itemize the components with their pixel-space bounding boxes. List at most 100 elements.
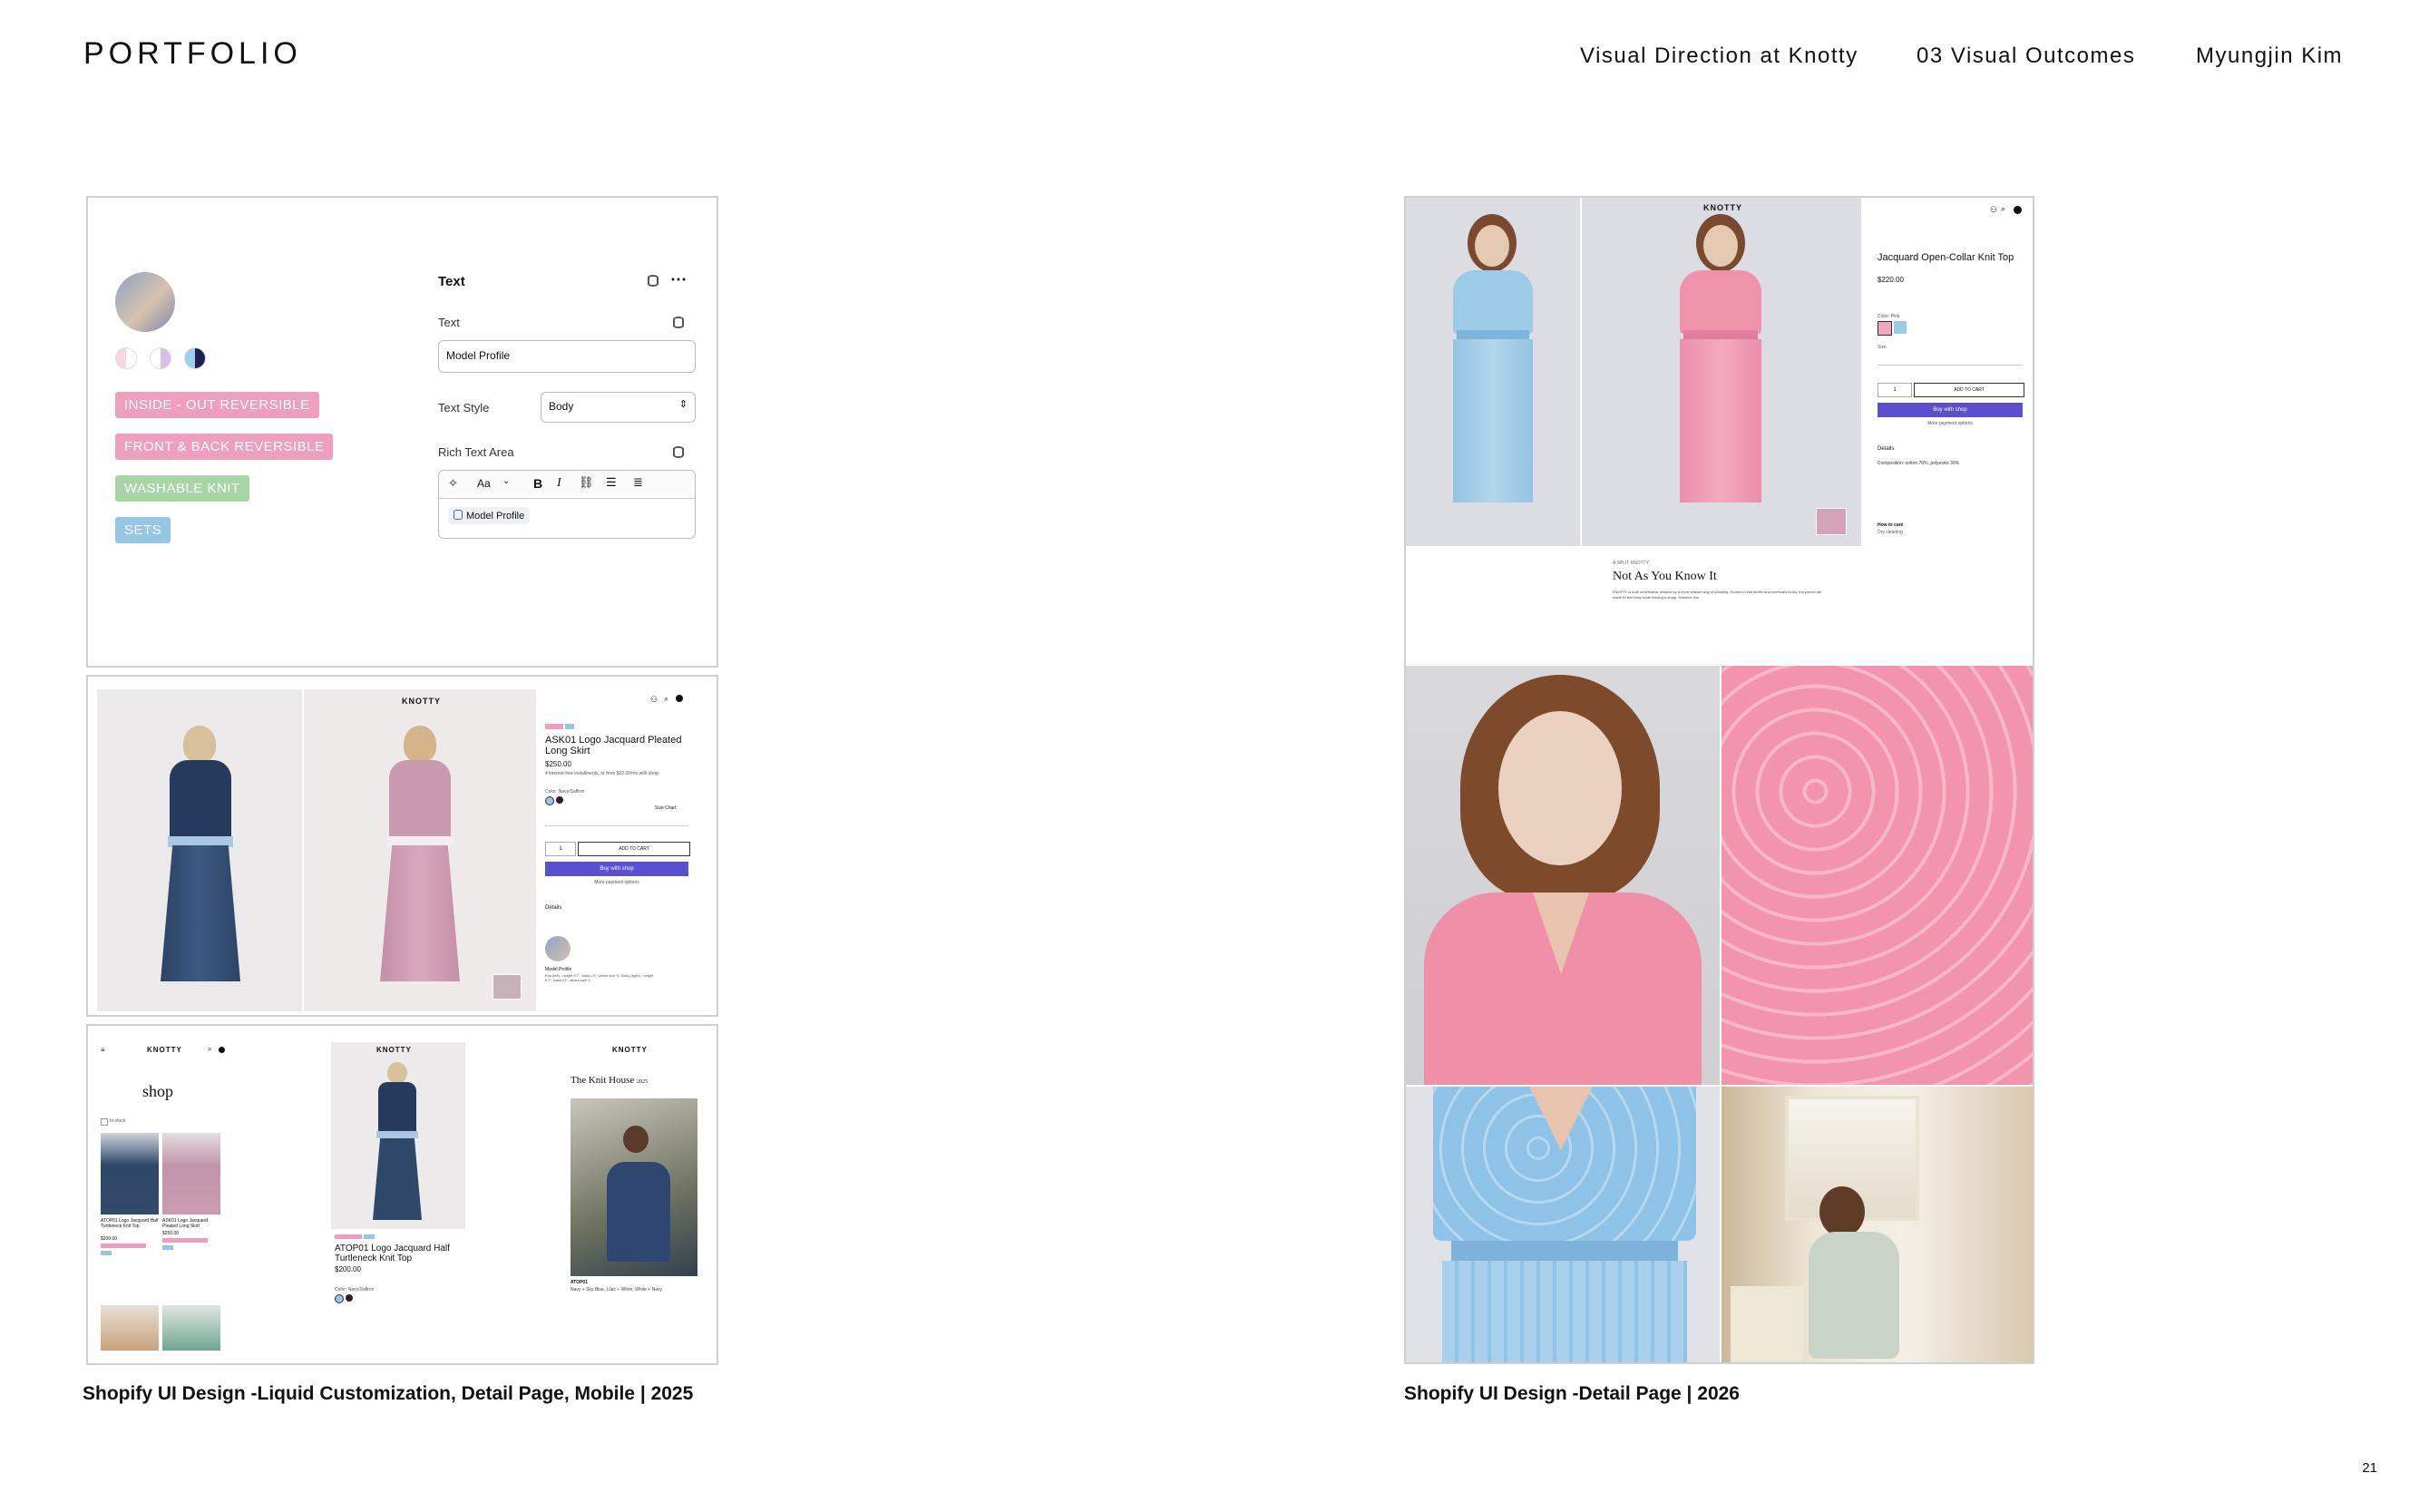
rich-text-editor[interactable]: ✧ Aa ⌄ B I ⛓ ☰ ≣ Model Profile xyxy=(438,470,696,539)
font-size-button[interactable]: Aa xyxy=(477,477,491,490)
lifestyle-window-photo xyxy=(1722,1087,2033,1362)
cart-icon[interactable] xyxy=(676,695,683,702)
right-size-label: Size xyxy=(1878,345,1887,350)
tag-front-back-reversible: FRONT & BACK REVERSIBLE xyxy=(115,434,334,460)
brand-logo: KNOTTY xyxy=(402,697,441,706)
select-chevron-icon: ⇕ xyxy=(678,399,688,410)
mobile-swatch-navy[interactable] xyxy=(335,1294,344,1303)
product-thumb-skirt[interactable] xyxy=(162,1133,220,1214)
left-caption: Shopify UI Design -Liquid Customization,… xyxy=(83,1383,694,1404)
swatch-pink-icon xyxy=(115,347,137,369)
magic-icon[interactable]: ✧ xyxy=(448,476,458,491)
badge-pink xyxy=(545,724,563,729)
item1-badge-pink xyxy=(101,1244,146,1248)
search-icon[interactable]: ⌕ xyxy=(664,694,668,704)
model-profile-info: Eva (left) : height 5'7", waist 23", wea… xyxy=(545,973,654,982)
chip-database-icon xyxy=(454,510,463,520)
right-swatch-pink[interactable] xyxy=(1878,321,1892,336)
right-thumbnail-icon[interactable] xyxy=(1816,508,1847,535)
nav-visual-direction: Visual Direction at Knotty xyxy=(1580,44,1858,68)
bold-icon[interactable]: B xyxy=(533,476,542,491)
right-buy-with-shop-button[interactable]: Buy with shop xyxy=(1878,403,2023,417)
right-quantity-stepper[interactable]: 1 xyxy=(1878,383,1912,397)
mobile-cart-icon[interactable] xyxy=(219,1047,225,1053)
font-chevron-icon[interactable]: ⌄ xyxy=(502,476,510,486)
right-more-payment-link[interactable]: More payment options xyxy=(1878,421,2023,426)
story-eyebrow: A SPLIT KNOTTY xyxy=(1613,561,1649,566)
model-profile-chip[interactable]: Model Profile xyxy=(448,507,531,524)
right-add-to-cart-button[interactable]: ADD TO CART xyxy=(1914,383,2024,397)
right-account-icon[interactable]: ⚇ xyxy=(1990,205,1997,215)
product-thumb-4[interactable] xyxy=(162,1305,220,1351)
text-style-value: Body xyxy=(549,400,574,413)
italic-icon[interactable]: I xyxy=(557,476,561,491)
liquid-editor-frame: INSIDE - OUT REVERSIBLE FRONT & BACK REV… xyxy=(86,196,718,668)
page-number: 21 xyxy=(2362,1460,2377,1476)
details-accordion[interactable]: Details xyxy=(545,905,561,911)
shop-heading: shop xyxy=(142,1082,174,1100)
account-icon[interactable]: ⚇ xyxy=(650,695,658,705)
right-swatch-blue[interactable] xyxy=(1894,321,1907,334)
right-product-price: $220.00 xyxy=(1878,276,1904,284)
item1-price: $200.00 xyxy=(101,1236,118,1242)
in-stock-label: In stock xyxy=(110,1118,126,1124)
knit-house-year: 2025 xyxy=(637,1079,649,1085)
text-field-database-icon[interactable] xyxy=(673,317,684,328)
text-style-select[interactable]: Body ⇕ xyxy=(541,392,696,423)
right-caption: Shopify UI Design -Detail Page | 2026 xyxy=(1404,1383,1740,1404)
buy-with-shop-button[interactable]: Buy with shop xyxy=(545,862,688,876)
mobile-journal-screen: KNOTTY The Knit House 2025 ATOP01 Navy +… xyxy=(567,1042,701,1351)
right-details-accordion[interactable]: Details xyxy=(1878,446,1894,452)
mobile-shop-screen: ≡ KNOTTY ⌕ shop In stock ATOP01 Logo Jac… xyxy=(97,1042,231,1351)
mobile-swatch-dark[interactable] xyxy=(346,1294,353,1302)
color-swatch-navy[interactable] xyxy=(545,796,554,805)
mobile-badge-blue xyxy=(364,1234,375,1239)
text-style-label: Text Style xyxy=(438,401,490,415)
knit-house-title: The Knit House xyxy=(571,1075,635,1086)
mobile-product-screen: KNOTTY ATOP01 Logo Jacquard Half Turtlen… xyxy=(331,1042,465,1351)
model-avatar xyxy=(115,272,175,332)
mobile-product-photo xyxy=(331,1042,465,1229)
in-stock-checkbox[interactable] xyxy=(101,1118,108,1126)
size-chart-link[interactable]: Size Chart xyxy=(655,805,676,811)
item2-name: ASK01 Logo Jacquard Pleated Long Skirt xyxy=(162,1218,209,1229)
item2-badge-pink xyxy=(162,1238,208,1243)
pink-knit-detail-photo xyxy=(1722,666,2033,1085)
size-select[interactable] xyxy=(545,815,688,826)
panel-title: Text xyxy=(438,274,465,289)
right-brand-logo: KNOTTY xyxy=(1703,203,1742,212)
right-how-to-care: How to care xyxy=(1878,522,1904,528)
right-cart-icon[interactable] xyxy=(2014,206,2022,214)
right-search-icon[interactable]: ⌕ xyxy=(2001,204,2005,214)
text-input[interactable]: Model Profile xyxy=(438,340,696,373)
more-options-icon[interactable]: ⋯ xyxy=(670,270,687,289)
tag-washable-knit: WASHABLE KNIT xyxy=(115,475,249,502)
right-color-label: Color: Pink xyxy=(1878,314,1900,319)
rich-text-database-icon[interactable] xyxy=(673,446,684,458)
mobile-search-icon[interactable]: ⌕ xyxy=(208,1045,211,1054)
detail-product-panel: ⚇ ⌕ ASK01 Logo Jacquard Pleated Long Ski… xyxy=(541,689,716,1011)
item1-name: ATOP01 Logo Jacquard Half Turtleneck Kni… xyxy=(101,1218,159,1229)
product-thumb-3[interactable] xyxy=(101,1305,159,1351)
model-blue-knit-photo xyxy=(1406,198,1580,546)
right-detail-frame: KNOTTY ⚇ ⌕ Jacquard Open-Collar Knit Top… xyxy=(1404,196,2034,1364)
product-thumb-top[interactable] xyxy=(101,1133,159,1214)
menu-icon[interactable]: ≡ xyxy=(101,1046,105,1054)
numbered-list-icon[interactable]: ≣ xyxy=(633,475,643,490)
story-body: KNOTTY is built on knitwear, shaped by a… xyxy=(1613,590,1822,600)
tag-sets: SETS xyxy=(115,517,171,543)
add-to-cart-button[interactable]: ADD TO CART xyxy=(578,842,690,856)
bullet-list-icon[interactable]: ☰ xyxy=(606,475,617,490)
text-field-label: Text xyxy=(438,316,460,329)
color-swatch-dark[interactable] xyxy=(556,796,563,804)
rich-text-label: Rich Text Area xyxy=(438,445,514,459)
mobile-screens-frame: ≡ KNOTTY ⌕ shop In stock ATOP01 Logo Jac… xyxy=(86,1024,718,1365)
model-navy-dress-photo xyxy=(97,689,302,1011)
thumbnail-icon[interactable] xyxy=(493,974,522,1000)
right-size-select[interactable] xyxy=(1878,354,2023,366)
database-icon[interactable] xyxy=(648,275,658,287)
more-payment-link[interactable]: More payment options xyxy=(545,880,688,885)
link-icon[interactable]: ⛓ xyxy=(579,475,594,490)
quantity-stepper[interactable]: 1 xyxy=(545,842,576,856)
item2-badge-blue xyxy=(162,1245,173,1250)
